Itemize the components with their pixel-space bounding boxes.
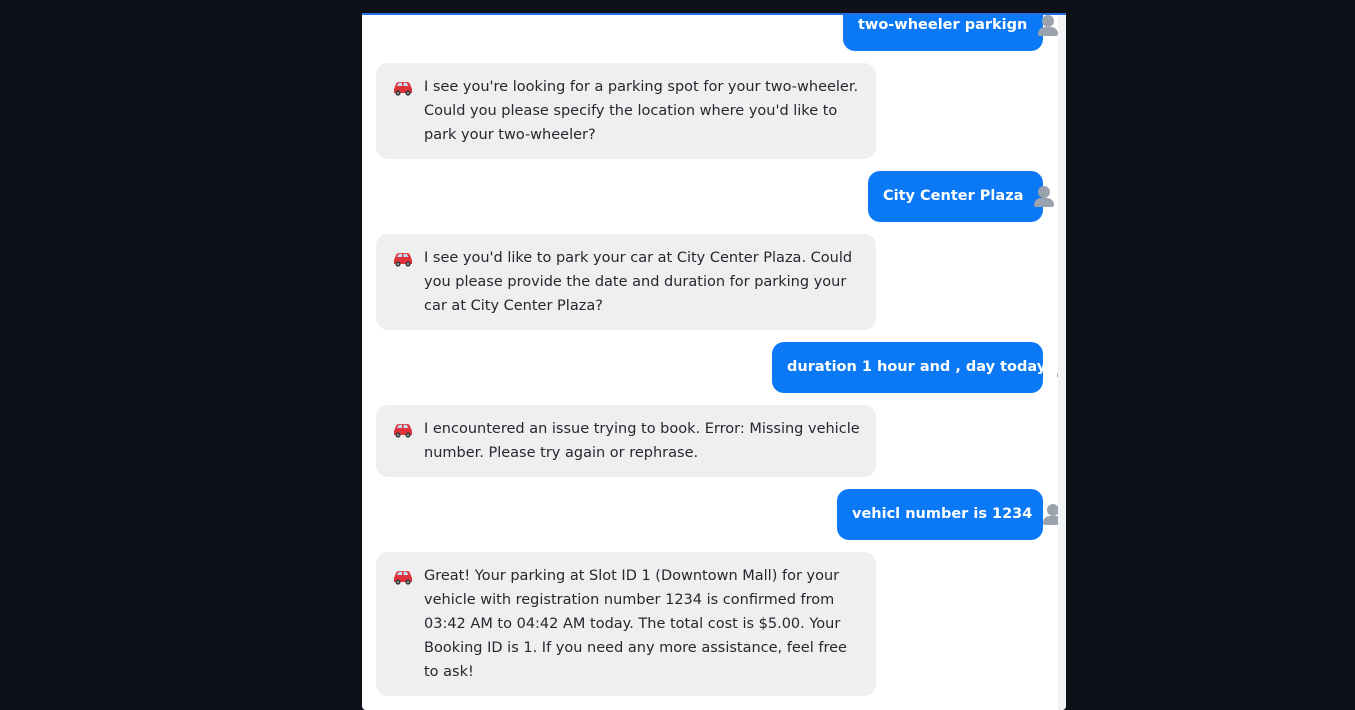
- user-message-bubble: two-wheeler parkign: [843, 15, 1059, 51]
- user-avatar-icon: [1036, 15, 1060, 37]
- user-message-text: vehicl number is 1234: [852, 506, 1033, 522]
- user-message-bubble: City Center Plaza: [868, 171, 1055, 222]
- car-icon: [391, 417, 415, 441]
- user-avatar-icon: [1032, 184, 1056, 208]
- chat-history: two-wheeler parkign I see you're looking…: [376, 15, 1066, 708]
- user-message-text: two-wheeler parkign: [858, 17, 1028, 33]
- bot-message-text: Great! Your parking at Slot ID 1 (Downto…: [424, 568, 847, 680]
- scrollbar[interactable]: [1058, 15, 1066, 710]
- bot-message-text: I see you're looking for a parking spot …: [424, 79, 859, 143]
- user-message: vehicl number is 1234: [376, 489, 1064, 540]
- bot-message: I see you'd like to park your car at Cit…: [376, 234, 1043, 330]
- bot-message-bubble: I encountered an issue trying to book. E…: [376, 405, 876, 477]
- bot-message-text: I encountered an issue trying to book. E…: [424, 421, 860, 461]
- user-message-text: duration 1 hour and , day today: [787, 359, 1047, 375]
- user-message-text: City Center Plaza: [883, 188, 1024, 204]
- bot-message-bubble: I see you'd like to park your car at Cit…: [376, 234, 876, 330]
- user-message-bubble: duration 1 hour and , day today: [772, 342, 1066, 393]
- bot-message: Great! Your parking at Slot ID 1 (Downto…: [376, 552, 1043, 696]
- car-icon: [391, 75, 415, 99]
- bot-message: I see you're looking for a parking spot …: [376, 63, 1043, 159]
- car-icon: [391, 564, 415, 588]
- bot-message-bubble: Great! Your parking at Slot ID 1 (Downto…: [376, 552, 876, 696]
- user-message: duration 1 hour and , day today: [376, 342, 1066, 393]
- bot-message: I encountered an issue trying to book. E…: [376, 405, 1043, 477]
- bot-message-text: I see you'd like to park your car at Cit…: [424, 250, 853, 314]
- chat-panel: two-wheeler parkign I see you're looking…: [362, 13, 1066, 710]
- user-message: two-wheeler parkign: [376, 15, 1059, 51]
- car-icon: [391, 246, 415, 270]
- user-message: City Center Plaza: [376, 171, 1055, 222]
- user-message-bubble: vehicl number is 1234: [837, 489, 1064, 540]
- bot-message-bubble: I see you're looking for a parking spot …: [376, 63, 876, 159]
